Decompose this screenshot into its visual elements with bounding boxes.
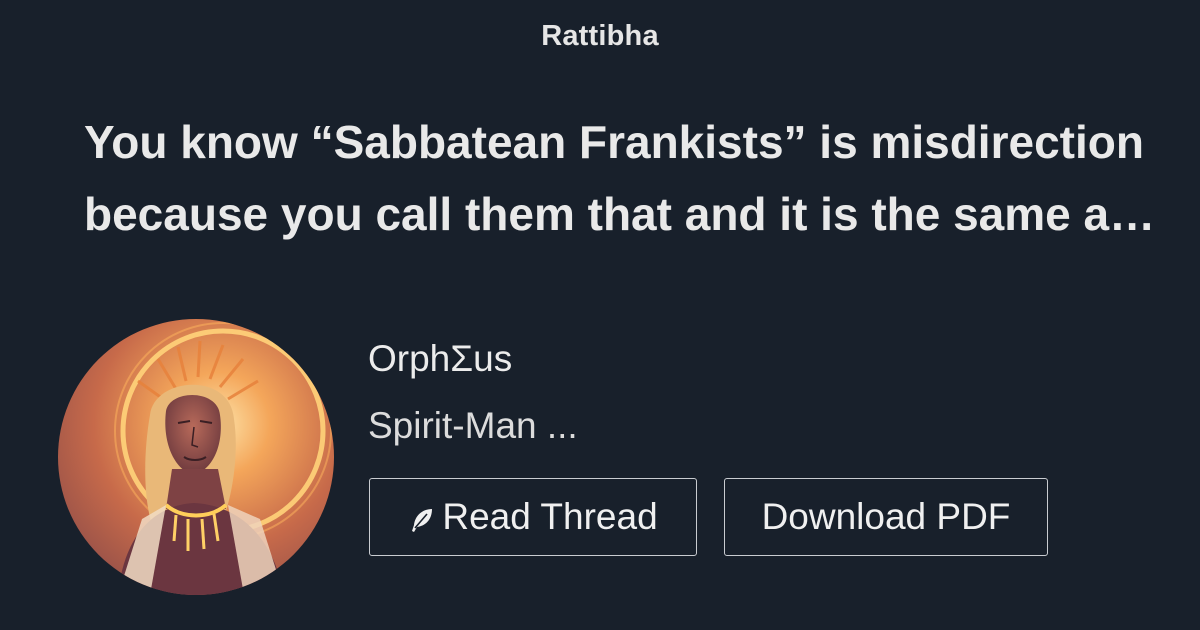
feather-icon bbox=[408, 506, 436, 534]
author-avatar bbox=[58, 319, 334, 595]
site-name[interactable]: Rattibha bbox=[0, 20, 1200, 53]
download-pdf-button[interactable]: Download PDF bbox=[724, 478, 1048, 556]
read-thread-button[interactable]: Read Thread bbox=[369, 478, 697, 556]
read-thread-label: Read Thread bbox=[442, 496, 658, 537]
thread-title: You know “Sabbatean Frankists” is misdir… bbox=[84, 116, 1144, 240]
author-name[interactable]: OrphΣus bbox=[368, 338, 512, 380]
haloed-figure-avatar bbox=[58, 319, 334, 595]
author-bio: Spirit-Man ... bbox=[368, 405, 578, 446]
download-pdf-label: Download PDF bbox=[761, 496, 1011, 537]
